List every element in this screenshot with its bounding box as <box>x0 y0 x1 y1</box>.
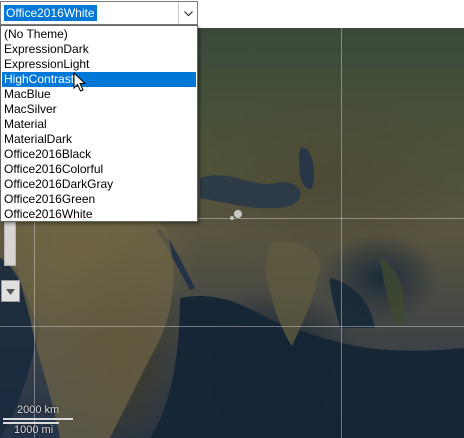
caret-down-icon <box>6 282 15 300</box>
theme-option-expressiondark[interactable]: ExpressionDark <box>2 42 196 57</box>
zoom-out-button[interactable] <box>1 280 20 302</box>
scale-label-km: 2000 km <box>17 404 60 416</box>
theme-option-macsilver[interactable]: MacSilver <box>2 102 196 117</box>
theme-combobox-value: Office2016White <box>4 5 97 21</box>
theme-option-materialdark[interactable]: MaterialDark <box>2 132 196 147</box>
theme-option-office2016white[interactable]: Office2016White <box>2 207 196 222</box>
theme-combobox[interactable]: Office2016White <box>0 1 198 25</box>
theme-option-office2016green[interactable]: Office2016Green <box>2 192 196 207</box>
chevron-down-icon <box>183 4 193 22</box>
theme-option-office2016black[interactable]: Office2016Black <box>2 147 196 162</box>
scale-bar-km <box>3 418 73 420</box>
theme-option-material[interactable]: Material <box>2 117 196 132</box>
scale-label-mi: 1000 mi <box>14 424 54 436</box>
zoom-slider-track[interactable] <box>4 222 16 266</box>
theme-option-macblue[interactable]: MacBlue <box>2 87 196 102</box>
theme-option-highcontrast[interactable]: HighContrast <box>2 72 196 87</box>
theme-option-office2016darkgray[interactable]: Office2016DarkGray <box>2 177 196 192</box>
grid-line <box>0 326 464 327</box>
mouse-pointer-icon <box>73 71 87 98</box>
grid-line <box>341 28 342 438</box>
theme-option-no-theme[interactable]: (No Theme) <box>2 27 196 42</box>
theme-dropdown-button[interactable] <box>178 2 197 24</box>
theme-dropdown-list: (No Theme) ExpressionDark ExpressionLigh… <box>0 25 198 222</box>
theme-option-office2016colorful[interactable]: Office2016Colorful <box>2 162 196 177</box>
theme-option-expressionlight[interactable]: ExpressionLight <box>2 57 196 72</box>
